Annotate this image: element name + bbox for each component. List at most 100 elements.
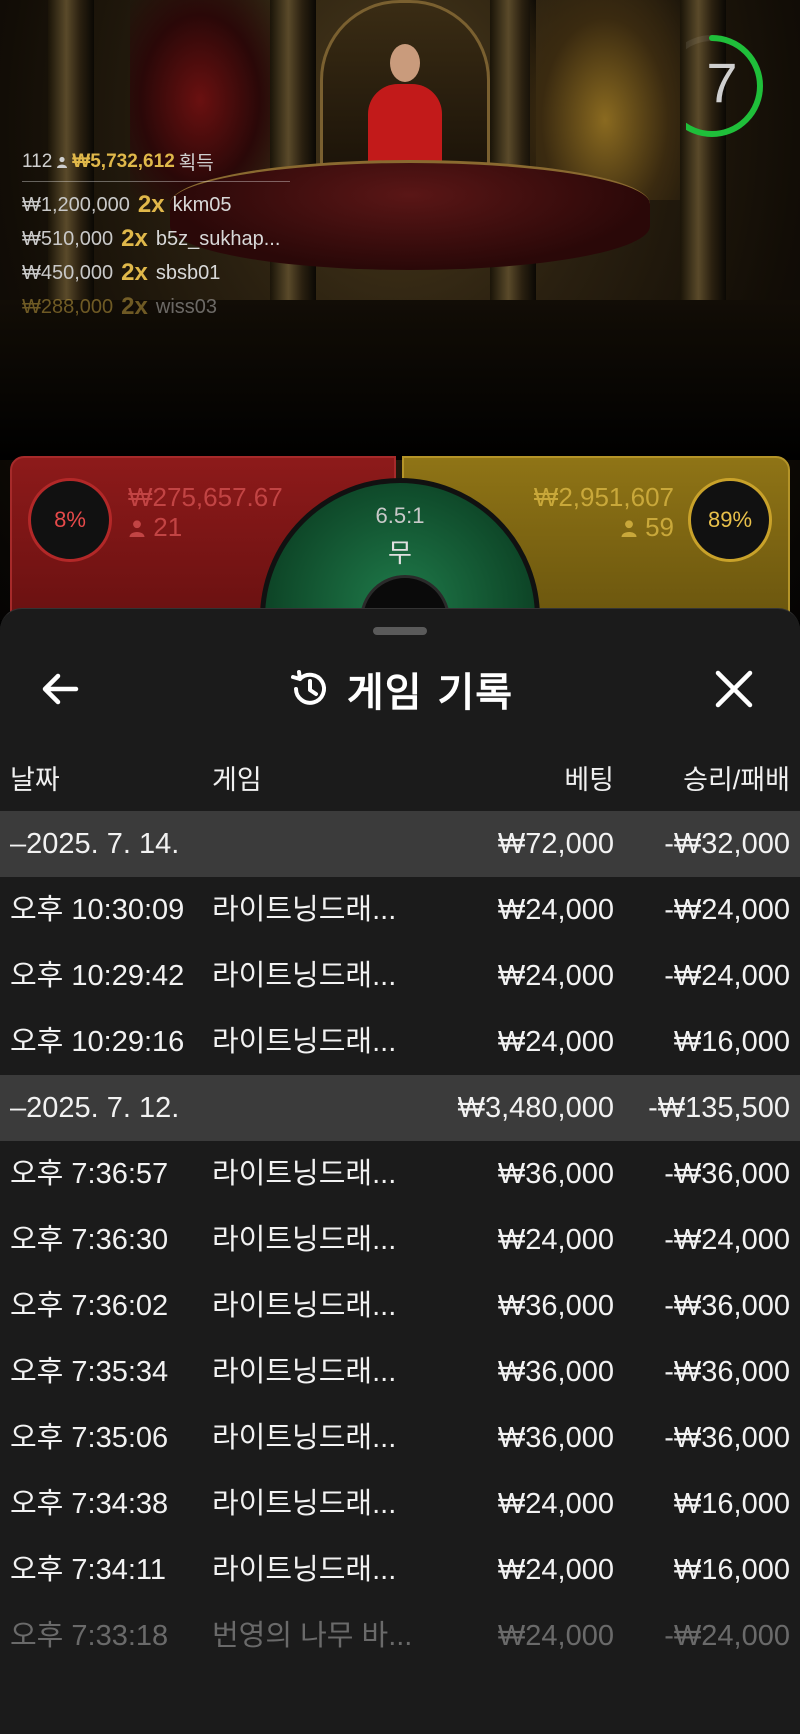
winners-suffix: 획득 xyxy=(178,153,214,174)
person-icon xyxy=(57,156,68,168)
winners-total: ₩5,732,612 xyxy=(72,150,175,172)
column-bet: 베팅 xyxy=(564,765,614,795)
row-bet: ₩24,000 xyxy=(497,960,614,992)
tie-payout: 6.5:1 xyxy=(375,503,425,528)
row-bet: ₩24,000 xyxy=(497,1620,614,1652)
dragon-player-count: 21 xyxy=(128,512,283,542)
column-game: 게임 xyxy=(212,765,262,795)
dragon-players: 21 xyxy=(153,512,183,542)
history-row[interactable]: 오후 10:30:09 라이트닝드래... ₩24,000 -₩24,000 xyxy=(0,877,800,943)
row-date: 오후 7:34:38 xyxy=(10,1488,169,1520)
history-row[interactable]: 오후 7:34:11 라이트닝드래... ₩24,000 ₩16,000 xyxy=(0,1537,800,1603)
row-date: 오후 7:33:18 xyxy=(10,1620,169,1652)
winner-name: sbsb01 xyxy=(155,261,221,284)
game-history-sheet: 게임 기록 날짜 게임 베팅 승리/패배 –2025. 7. 14. ₩72,00… xyxy=(0,608,800,1734)
history-table-body: –2025. 7. 14. ₩72,000 -₩32,000 오후 10:30:09 라… xyxy=(0,811,800,1669)
floor xyxy=(0,300,800,460)
row-bet: ₩36,000 xyxy=(497,1158,614,1190)
winners-summary: 112 ₩5,732,612 획득 xyxy=(22,148,290,182)
row-game: 번영의 나무 바... xyxy=(212,1620,412,1652)
row-date: 오후 10:29:42 xyxy=(10,960,185,992)
winner-row: ₩450,000 2x sbsb01 xyxy=(22,256,322,290)
winner-row: ₩1,200,000 2x kkm05 xyxy=(22,188,322,222)
row-win: ₩16,000 xyxy=(673,1488,790,1520)
arrow-left-icon xyxy=(42,673,79,705)
back-button[interactable] xyxy=(38,667,90,711)
row-bet: ₩24,000 xyxy=(497,1488,614,1520)
column-date: 날짜 xyxy=(10,765,60,795)
winner-multiplier: 2x xyxy=(121,259,148,286)
timer-value: 7 xyxy=(706,51,738,114)
history-row[interactable]: 오후 7:36:30 라이트닝드래... ₩24,000 -₩24,000 xyxy=(0,1207,800,1273)
row-game: 라이트닝드래... xyxy=(212,1026,397,1058)
row-bet: ₩72,000 xyxy=(497,828,614,860)
winners-list: 112 ₩5,732,612 획득 ₩1,200,000 2x kkm05 ₩5… xyxy=(22,148,322,324)
history-row[interactable]: 오후 7:34:38 라이트닝드래... ₩24,000 ₩16,000 xyxy=(0,1471,800,1537)
tie-label: 무 xyxy=(388,539,412,569)
row-game: 라이트닝드래... xyxy=(212,1290,397,1322)
row-win: -₩24,000 xyxy=(664,894,790,926)
row-win: -₩36,000 xyxy=(664,1290,790,1322)
winner-amount: ₩510,000 xyxy=(22,227,114,250)
row-win: ₩16,000 xyxy=(673,1026,790,1058)
history-row[interactable]: 오후 10:29:16 라이트닝드래... ₩24,000 ₩16,000 xyxy=(0,1009,800,1075)
winner-name: kkm05 xyxy=(172,193,232,216)
history-table-header: 날짜 게임 베팅 승리/패배 xyxy=(0,749,800,811)
winners-count: 112 xyxy=(22,150,53,172)
history-row[interactable]: 오후 7:36:57 라이트닝드래... ₩36,000 -₩36,000 xyxy=(0,1141,800,1207)
winner-name: b5z_sukhap... xyxy=(155,227,281,250)
row-game: 라이트닝드래... xyxy=(212,894,397,926)
row-win: -₩36,000 xyxy=(664,1422,790,1454)
row-date: 오후 10:30:09 xyxy=(10,894,185,926)
row-date: 오후 7:35:34 xyxy=(10,1356,169,1388)
winner-multiplier: 2x xyxy=(121,225,148,252)
winner-amount: ₩288,000 xyxy=(22,295,114,318)
row-game: 라이트닝드래... xyxy=(212,960,397,992)
history-row[interactable]: 오후 7:35:34 라이트닝드래... ₩36,000 -₩36,000 xyxy=(0,1339,800,1405)
row-win: -₩24,000 xyxy=(664,1224,790,1256)
winner-name: wiss03 xyxy=(155,295,218,318)
close-icon xyxy=(715,670,753,708)
column-win-loss: 승리/패배 xyxy=(683,765,790,795)
row-game: 라이트닝드래... xyxy=(212,1422,397,1454)
winner-multiplier: 2x xyxy=(137,191,165,218)
row-win: -₩36,000 xyxy=(664,1158,790,1190)
row-date: –2025. 7. 14. xyxy=(10,828,180,860)
row-game: 라이트닝드래... xyxy=(212,1224,397,1256)
dragon-bet-info: ₩275,657.67 21 xyxy=(128,482,283,542)
row-date: 오후 7:36:30 xyxy=(10,1224,169,1256)
row-bet: ₩24,000 xyxy=(497,1026,614,1058)
row-game: 라이트닝드래... xyxy=(212,1488,397,1520)
sheet-header: 게임 기록 xyxy=(0,649,800,729)
dragon-percent: 8% xyxy=(28,478,112,562)
row-bet: ₩24,000 xyxy=(497,894,614,926)
date-group-row[interactable]: –2025. 7. 14. ₩72,000 -₩32,000 xyxy=(0,811,800,877)
row-bet: ₩36,000 xyxy=(497,1422,614,1454)
row-bet: ₩24,000 xyxy=(497,1224,614,1256)
history-row[interactable]: 오후 7:33:18 번영의 나무 바... ₩24,000 -₩24,000 xyxy=(0,1603,800,1669)
winner-multiplier: 2x xyxy=(121,293,148,320)
row-win: ₩16,000 xyxy=(673,1554,790,1586)
history-row[interactable]: 오후 7:36:02 라이트닝드래... ₩36,000 -₩36,000 xyxy=(0,1273,800,1339)
sheet-drag-handle[interactable] xyxy=(373,627,427,635)
row-date: 오후 7:36:02 xyxy=(10,1290,169,1322)
winner-amount: ₩1,200,000 xyxy=(22,193,130,216)
date-group-row[interactable]: –2025. 7. 12. ₩3,480,000 -₩135,500 xyxy=(0,1075,800,1141)
close-button[interactable] xyxy=(710,665,758,713)
winner-amount: ₩450,000 xyxy=(22,261,114,284)
winner-row: ₩288,000 2x wiss03 xyxy=(22,290,322,324)
row-date: 오후 7:35:06 xyxy=(10,1422,169,1454)
tiger-players: 59 xyxy=(645,512,674,542)
row-game: 라이트닝드래... xyxy=(212,1356,397,1388)
row-win: -₩32,000 xyxy=(664,828,790,860)
row-game: 라이트닝드래... xyxy=(212,1158,397,1190)
winner-row: ₩510,000 2x b5z_sukhap... xyxy=(22,222,322,256)
history-icon xyxy=(290,670,326,705)
row-bet: ₩3,480,000 xyxy=(457,1092,614,1124)
row-bet: ₩24,000 xyxy=(497,1554,614,1586)
countdown-timer: 7 xyxy=(686,32,768,138)
history-row[interactable]: 오후 7:35:06 라이트닝드래... ₩36,000 -₩36,000 xyxy=(0,1405,800,1471)
history-row[interactable]: 오후 10:29:42 라이트닝드래... ₩24,000 -₩24,000 xyxy=(0,943,800,1009)
person-icon xyxy=(129,520,145,537)
sheet-title: 게임 기록 xyxy=(0,649,800,729)
